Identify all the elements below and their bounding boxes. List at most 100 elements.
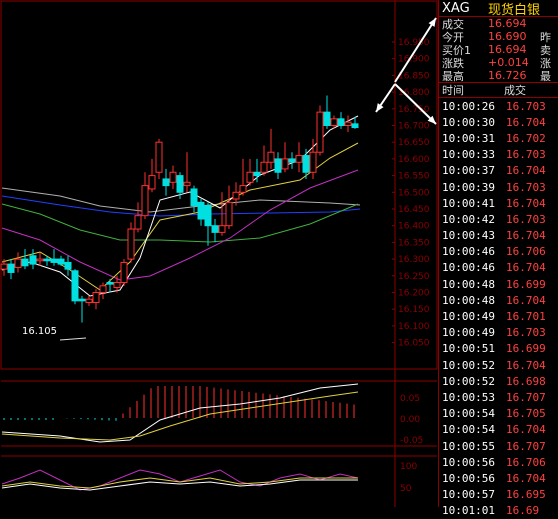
candle-body	[218, 225, 226, 233]
price-tick-label: 16.550	[398, 172, 430, 182]
candle-body	[134, 215, 142, 230]
price-tick-label: 16.700	[398, 122, 430, 132]
tick-time: 10:00:51	[442, 342, 495, 356]
quote-panel: XAG 现货白银 成交 16.694 今开 16.690 昨买价1 16.694 卖涨跌 +0…	[438, 0, 558, 517]
tick-time: 10:00:49	[442, 310, 495, 324]
quote-row: 买价1 16.694 卖	[439, 43, 558, 56]
tick-row: 10:00:31 16.702	[439, 130, 558, 146]
chart-svg[interactable]: 16.95016.90016.85016.80016.75016.70016.6…	[0, 0, 438, 507]
candlestick-chart-area[interactable]: 16.950 16.900 16.850 16.800 16.750 16.700 16.6…	[0, 0, 438, 507]
tick-price: 16.704	[506, 196, 546, 210]
tick-time: 10:00:56	[442, 471, 495, 485]
tick-row: 10:01:01 16.69	[439, 503, 558, 519]
quote-label: 今开	[442, 30, 464, 44]
quote-label: 最高	[442, 69, 464, 83]
tick-time: 10:00:30	[442, 115, 495, 129]
tick-price: 16.705	[506, 407, 546, 421]
tick-price: 16.706	[506, 245, 546, 259]
main-panel-border	[0, 0, 438, 370]
tick-row: 10:00:39 16.703	[439, 179, 558, 195]
kdj-tick-label: 100	[400, 462, 417, 472]
tick-row: 10:00:56 16.706	[439, 454, 558, 470]
tick-price: 16.703	[506, 180, 546, 194]
quote-extra-label: 涨	[540, 56, 551, 70]
ticks-header-time: 时间	[442, 84, 464, 97]
candle-body	[253, 171, 261, 177]
price-tick-label: 16.400	[398, 222, 430, 232]
tick-time: 10:00:52	[442, 358, 495, 372]
tick-row: 10:00:49 16.703	[439, 325, 558, 341]
candle-body	[337, 118, 345, 126]
quote-label: 成交	[442, 17, 464, 31]
tick-price: 16.704	[506, 115, 546, 129]
tick-price: 16.699	[506, 342, 546, 356]
tick-row: 10:00:30 16.704	[439, 114, 558, 130]
quote-extra-label: 最	[540, 69, 551, 83]
quote-rows: 成交 16.694 今开 16.690 昨买价1 16.694 卖涨跌 +0.014 涨最高 16…	[439, 17, 558, 82]
tick-price: 16.704	[506, 293, 546, 307]
tick-price: 16.704	[506, 164, 546, 178]
candle-body	[99, 285, 107, 294]
candle-body	[190, 188, 198, 207]
candle-body	[127, 228, 135, 260]
tick-row: 10:00:54 16.704	[439, 422, 558, 438]
macd-tick-label: -0.05	[400, 436, 423, 446]
tick-price: 16.704	[506, 261, 546, 275]
price-tick-label: 16.500	[398, 188, 430, 198]
tick-price: 16.701	[506, 310, 546, 324]
candle-body	[225, 201, 233, 227]
candle-body	[323, 111, 331, 126]
tick-price: 16.704	[506, 229, 546, 243]
candle-body	[155, 141, 163, 173]
quote-value: 16.690	[488, 30, 527, 43]
quote-row: 最高 16.726 最	[439, 69, 558, 82]
low-price-leader	[59, 337, 87, 341]
candle-body	[309, 151, 317, 173]
tick-list[interactable]: 10:00:26 16.703 10:00:30 16.704 10:00:31 16.7…	[439, 98, 558, 519]
quote-value: 16.694	[488, 17, 527, 30]
quote-row: 今开 16.690 昨	[439, 30, 558, 43]
tick-time: 10:00:52	[442, 374, 495, 388]
candle-body	[7, 263, 15, 273]
candle-body	[148, 175, 156, 190]
tick-time: 10:00:54	[442, 423, 495, 437]
ticks-header-price: 成交	[504, 84, 526, 97]
tick-price: 16.703	[506, 326, 546, 340]
candle-body	[260, 161, 268, 173]
candle-body	[344, 121, 352, 127]
tick-price: 16.702	[506, 131, 546, 145]
price-tick-label: 16.950	[398, 38, 430, 48]
tick-price: 16.704	[506, 358, 546, 372]
tick-price: 16.703	[506, 212, 546, 226]
candle-body	[176, 175, 184, 193]
tick-time: 10:00:54	[442, 407, 495, 421]
quote-extra-label: 昨	[540, 30, 551, 44]
tick-price: 16.695	[506, 488, 546, 502]
tick-row: 10:00:37 16.704	[439, 163, 558, 179]
tick-price: 16.703	[506, 99, 546, 113]
candle-body	[43, 258, 51, 262]
candle-body	[120, 261, 128, 283]
candles	[0, 95, 359, 323]
tick-time: 10:00:48	[442, 293, 495, 307]
candle-body	[64, 261, 72, 270]
candle-body	[106, 281, 114, 285]
tick-row: 10:00:53 16.707	[439, 389, 558, 405]
tick-row: 10:00:51 16.699	[439, 341, 558, 357]
candle-body	[36, 258, 44, 262]
tick-time: 10:00:53	[442, 390, 495, 404]
candle-body	[281, 158, 289, 170]
tick-price: 16.698	[506, 374, 546, 388]
price-tick-label: 16.250	[398, 272, 430, 282]
tick-price: 16.707	[506, 390, 546, 404]
tick-time: 10:00:33	[442, 148, 495, 162]
candle-body	[78, 298, 86, 302]
price-tick-label: 16.350	[398, 238, 430, 248]
quote-value: 16.694	[488, 43, 527, 56]
candle-body	[57, 258, 65, 265]
moving-average-line	[1, 115, 359, 297]
macd-tick-label: 0.05	[400, 394, 420, 404]
candle-body	[267, 151, 275, 163]
candle-body	[50, 258, 58, 263]
candle-body	[85, 298, 93, 304]
